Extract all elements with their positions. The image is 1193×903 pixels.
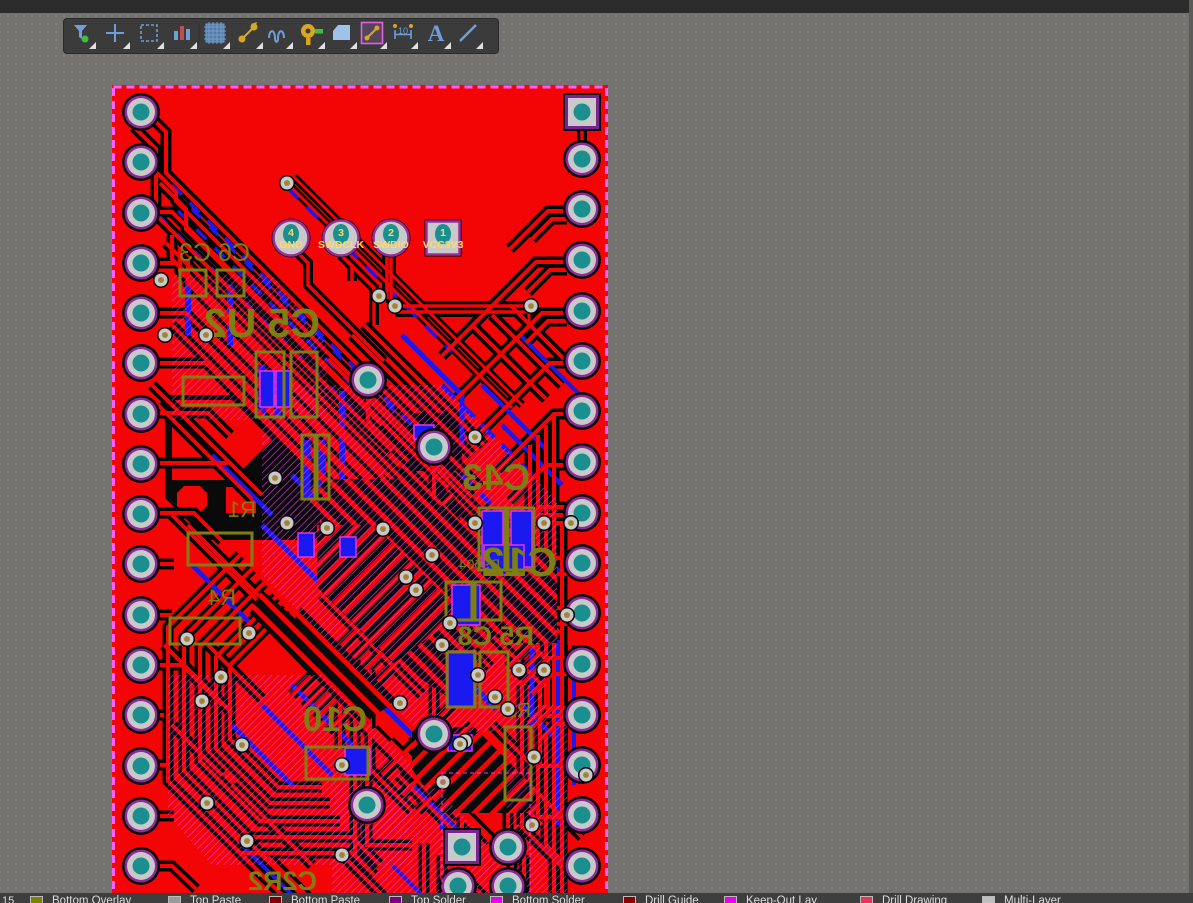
svg-text:3: 3 [338,227,344,239]
svg-text:R4: R4 [208,585,236,610]
svg-text:VCC3V3: VCC3V3 [423,239,464,251]
svg-text:2: 2 [388,227,394,239]
svg-text:GND: GND [279,239,303,251]
svg-text:4: 4 [288,227,294,239]
svg-text:C2R2: C2R2 [248,866,317,896]
svg-text:10: 10 [398,26,408,36]
svg-text:C5 U2: C5 U2 [204,300,320,346]
svg-text:SWDCLK: SWDCLK [318,239,364,251]
svg-text:C43: C43 [462,457,530,498]
svg-text:1: 1 [440,227,446,239]
svg-text:C10: C10 [303,700,367,739]
svg-text:SWDIO: SWDIO [373,239,409,251]
svg-text:C6 C3: C6 C3 [179,239,250,267]
svg-text:A: A [428,21,445,46]
svg-text:R5 C8: R5 C8 [457,621,534,651]
svg-text:R1: R1 [228,497,256,522]
